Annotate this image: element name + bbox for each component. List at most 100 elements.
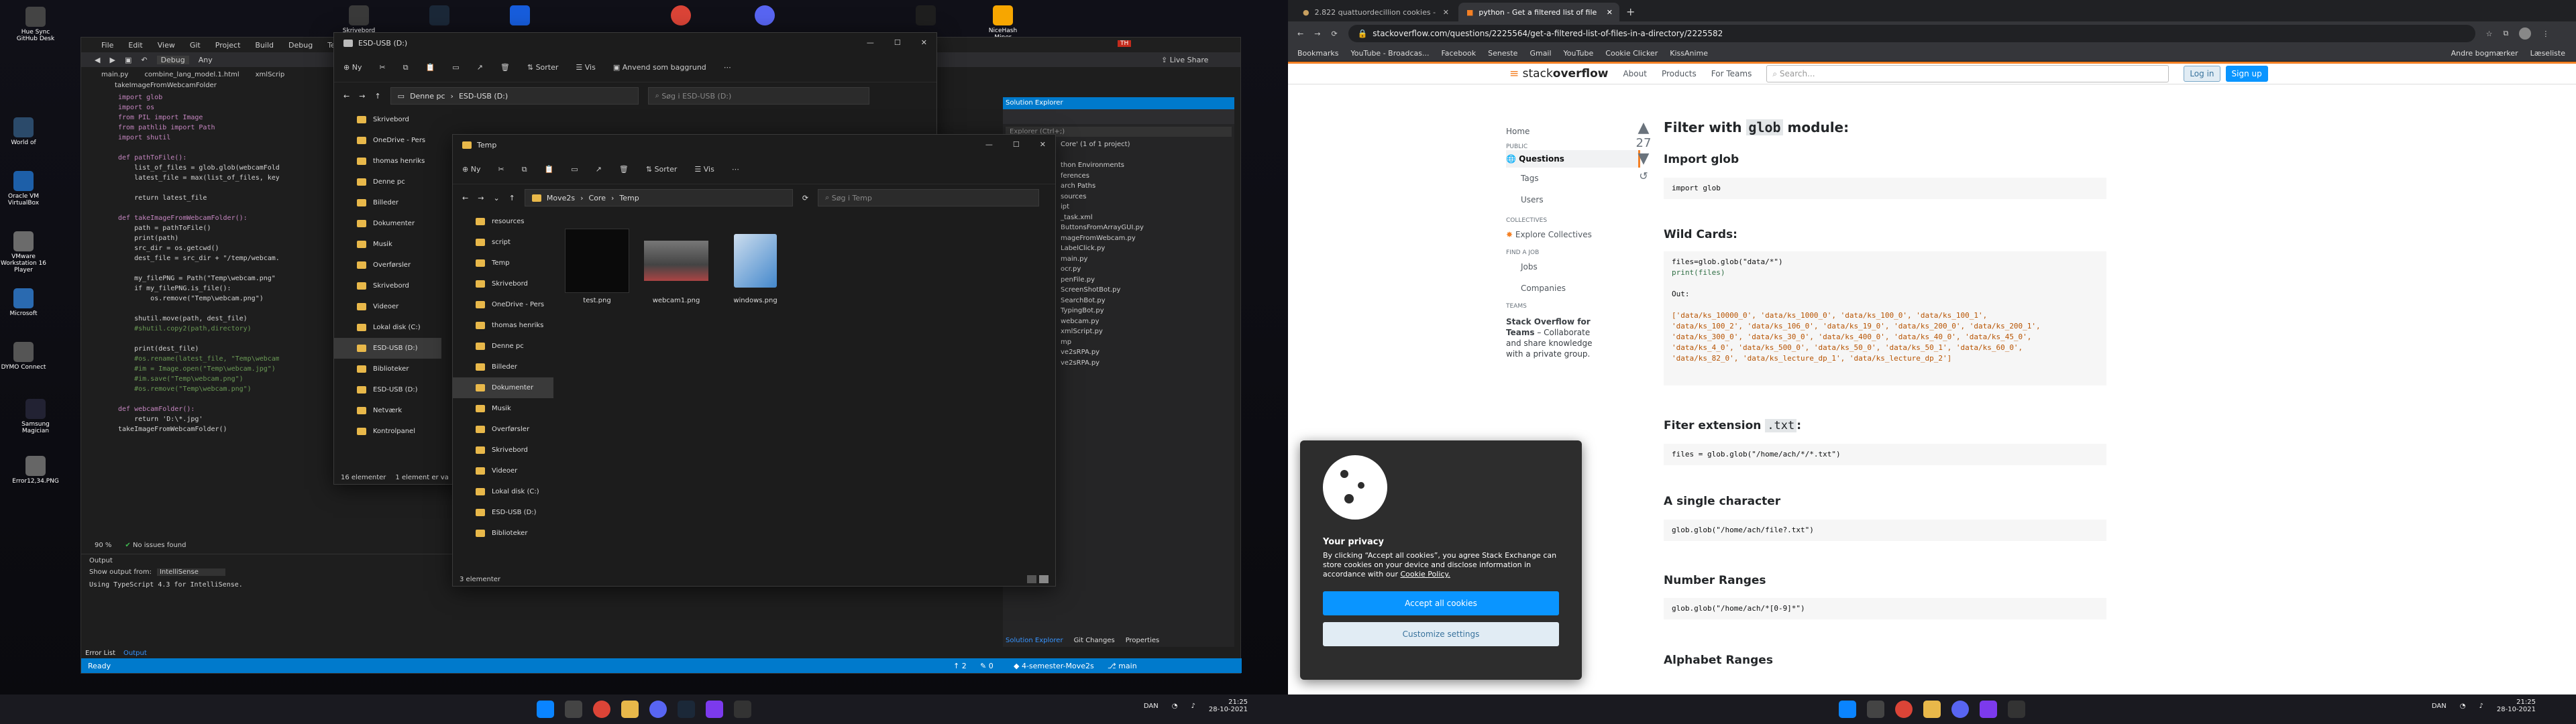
status-branch[interactable]: ⎇ main [1108, 662, 1137, 670]
file-explorer-icon[interactable] [1923, 701, 1941, 718]
zoom-level[interactable]: 90 % [95, 542, 111, 549]
desktop-icon-hue-sync[interactable]: Hue Sync GitHub Desk [12, 7, 59, 42]
nav-products[interactable]: Products [1662, 69, 1697, 78]
sort-button[interactable]: ⇅ Sorter [527, 63, 559, 72]
bookmark-item[interactable]: Seneste [1488, 49, 1517, 58]
solex-item[interactable] [1061, 150, 1234, 161]
solex-item[interactable]: SearchBot.py [1061, 296, 1234, 306]
downvote-icon[interactable]: ▼ [1630, 150, 1657, 167]
desktop-icon-vmware[interactable]: VMware Workstation 16 Player [0, 231, 47, 274]
address-segment[interactable]: Move2s [547, 194, 575, 202]
nav-item[interactable]: thomas henriks [453, 315, 553, 336]
tab-error-list[interactable]: Error List [85, 650, 115, 657]
forward-icon[interactable]: → [1314, 29, 1320, 38]
tab-git-changes[interactable]: Git Changes [1074, 637, 1115, 644]
visual-studio-icon[interactable] [1980, 701, 1997, 718]
solex-item[interactable]: ocr.py [1061, 264, 1234, 275]
vs-menu-build[interactable]: Build [255, 41, 274, 50]
solex-item[interactable]: ScreenShotBot.py [1061, 285, 1234, 296]
bookmark-item[interactable]: Bookmarks [1297, 49, 1338, 58]
nav-item[interactable]: Netværk [334, 400, 441, 421]
customize-settings-button[interactable]: Customize settings [1323, 622, 1559, 646]
desktop-icon-microsoft[interactable]: Microsoft [0, 288, 47, 317]
back-icon[interactable]: ← [1297, 29, 1303, 38]
language-indicator[interactable]: DAN [1144, 703, 1159, 710]
code-editor[interactable]: import glob import os from PIL import Imag… [118, 93, 279, 528]
browser-tab-active[interactable]: ■ python - Get a filtered list of file ✕ [1458, 3, 1619, 21]
nav-item[interactable]: Temp [453, 253, 553, 274]
volume-icon[interactable]: ♪ [1191, 703, 1195, 710]
sidebar-tags[interactable]: Tags [1506, 168, 1640, 189]
nav-item[interactable]: Overførsler [334, 255, 441, 276]
sidebar-questions[interactable]: 🌐 Questions [1506, 150, 1640, 168]
nav-item[interactable]: ESD-USB (D:) [453, 502, 553, 523]
signup-button[interactable]: Sign up [2225, 66, 2268, 82]
desktop-icon-samsung-magician[interactable]: Samsung Magician [12, 399, 59, 434]
solex-item[interactable]: ve2sRPA.py [1061, 347, 1234, 358]
sidebar-users[interactable]: Users [1506, 189, 1640, 210]
vs-menu-edit[interactable]: Edit [128, 41, 142, 50]
clock[interactable]: 21:25 28-10-2021 [2497, 699, 2536, 713]
so-search-input[interactable]: ⌕ Search... [1766, 65, 2169, 82]
share-icon[interactable]: ↗ [477, 63, 483, 72]
solex-item[interactable]: sources [1061, 192, 1234, 202]
new-tab-icon[interactable]: + [1626, 3, 1635, 21]
file-item[interactable]: webcam1.png [643, 229, 710, 304]
desktop-icon-chrome[interactable] [657, 5, 704, 27]
login-button[interactable]: Log in [2184, 66, 2220, 82]
reload-icon[interactable]: ⟳ [1331, 29, 1337, 38]
set-background-button[interactable]: ▣ Anvend som baggrund [613, 63, 706, 72]
solex-item[interactable]: penFile.py [1061, 275, 1234, 286]
other-bookmarks[interactable]: Andre bogmærker [2451, 49, 2518, 58]
visual-studio-icon[interactable] [706, 701, 723, 718]
save-icon[interactable]: ▣ [125, 56, 131, 64]
vs-menu-git[interactable]: Git [190, 41, 201, 50]
status-errors[interactable]: ✎ 0 [980, 662, 994, 670]
nav-item[interactable]: OneDrive - Pers [453, 294, 553, 315]
chevron-down-icon[interactable]: ⌄ [493, 194, 499, 202]
forward-icon[interactable]: ▶ [109, 56, 115, 64]
nav-item[interactable]: script [453, 232, 553, 253]
language-indicator[interactable]: DAN [2432, 703, 2447, 710]
bookmark-item[interactable]: YouTube - Broadcas... [1350, 49, 1429, 58]
delete-icon[interactable]: 🗑 [619, 165, 629, 174]
nav-item[interactable]: Biblioteker [334, 359, 441, 379]
minimize-icon[interactable]: — [867, 38, 874, 47]
sidebar-companies[interactable]: Companies [1506, 278, 1640, 299]
sidebar-explore-collectives[interactable]: ✸ Explore Collectives [1506, 224, 1640, 245]
terminal-icon[interactable] [734, 701, 751, 718]
star-icon[interactable]: ☆ [2486, 29, 2493, 38]
clock[interactable]: 21:25 28-10-2021 [1209, 699, 1248, 713]
desktop-icon-nicehash[interactable]: NiceHash Miner [979, 5, 1026, 41]
editor-tab[interactable]: xmlScrip [256, 71, 285, 78]
solex-item[interactable]: ipt [1061, 202, 1234, 213]
address-segment[interactable]: Core [589, 194, 606, 202]
profile-avatar[interactable] [2519, 27, 2532, 40]
desktop-icon-steam[interactable] [416, 5, 463, 27]
nav-item[interactable]: Lokal disk (C:) [334, 317, 441, 338]
extensions-icon[interactable]: ⧉ [2504, 29, 2509, 38]
desktop-icon-virtualbox[interactable]: Oracle VM VirtualBox [0, 171, 47, 206]
browser-tab[interactable]: ● 2.822 quattuordecillion cookies - ✕ [1295, 3, 1456, 21]
bookmark-item[interactable]: KissAnime [1670, 49, 1708, 58]
address-segment[interactable]: Temp [619, 194, 639, 202]
discord-icon[interactable] [1951, 701, 1969, 718]
solex-item[interactable]: ferences [1061, 171, 1234, 182]
vs-menu-debug[interactable]: Debug [288, 41, 313, 50]
nav-item[interactable]: Denne pc [453, 336, 553, 357]
wifi-icon[interactable]: ◔ [2460, 703, 2466, 710]
nav-item[interactable]: Skrivebord [453, 274, 553, 294]
editor-tab[interactable]: combine_lang_model.1.html [144, 71, 239, 78]
start-icon[interactable] [1839, 701, 1856, 718]
search-box[interactable]: ⌕ Søg i Temp [818, 189, 1040, 206]
address-bar[interactable]: 🔒 stackoverflow.com/questions/2225564/ge… [1348, 25, 2475, 42]
new-button[interactable]: ⊕ Ny [462, 165, 480, 174]
back-arrow-icon[interactable]: ← [343, 92, 350, 101]
nav-for-teams[interactable]: For Teams [1711, 69, 1752, 78]
reading-list[interactable]: Læseliste [2530, 49, 2565, 58]
nav-item[interactable]: resources [453, 211, 553, 232]
tab-close-icon[interactable]: ✕ [1607, 8, 1613, 17]
editor-tab[interactable]: main.py [101, 71, 128, 78]
nav-item[interactable]: Lokal disk (C:) [453, 481, 553, 502]
more-icon[interactable]: ⋯ [724, 63, 731, 72]
